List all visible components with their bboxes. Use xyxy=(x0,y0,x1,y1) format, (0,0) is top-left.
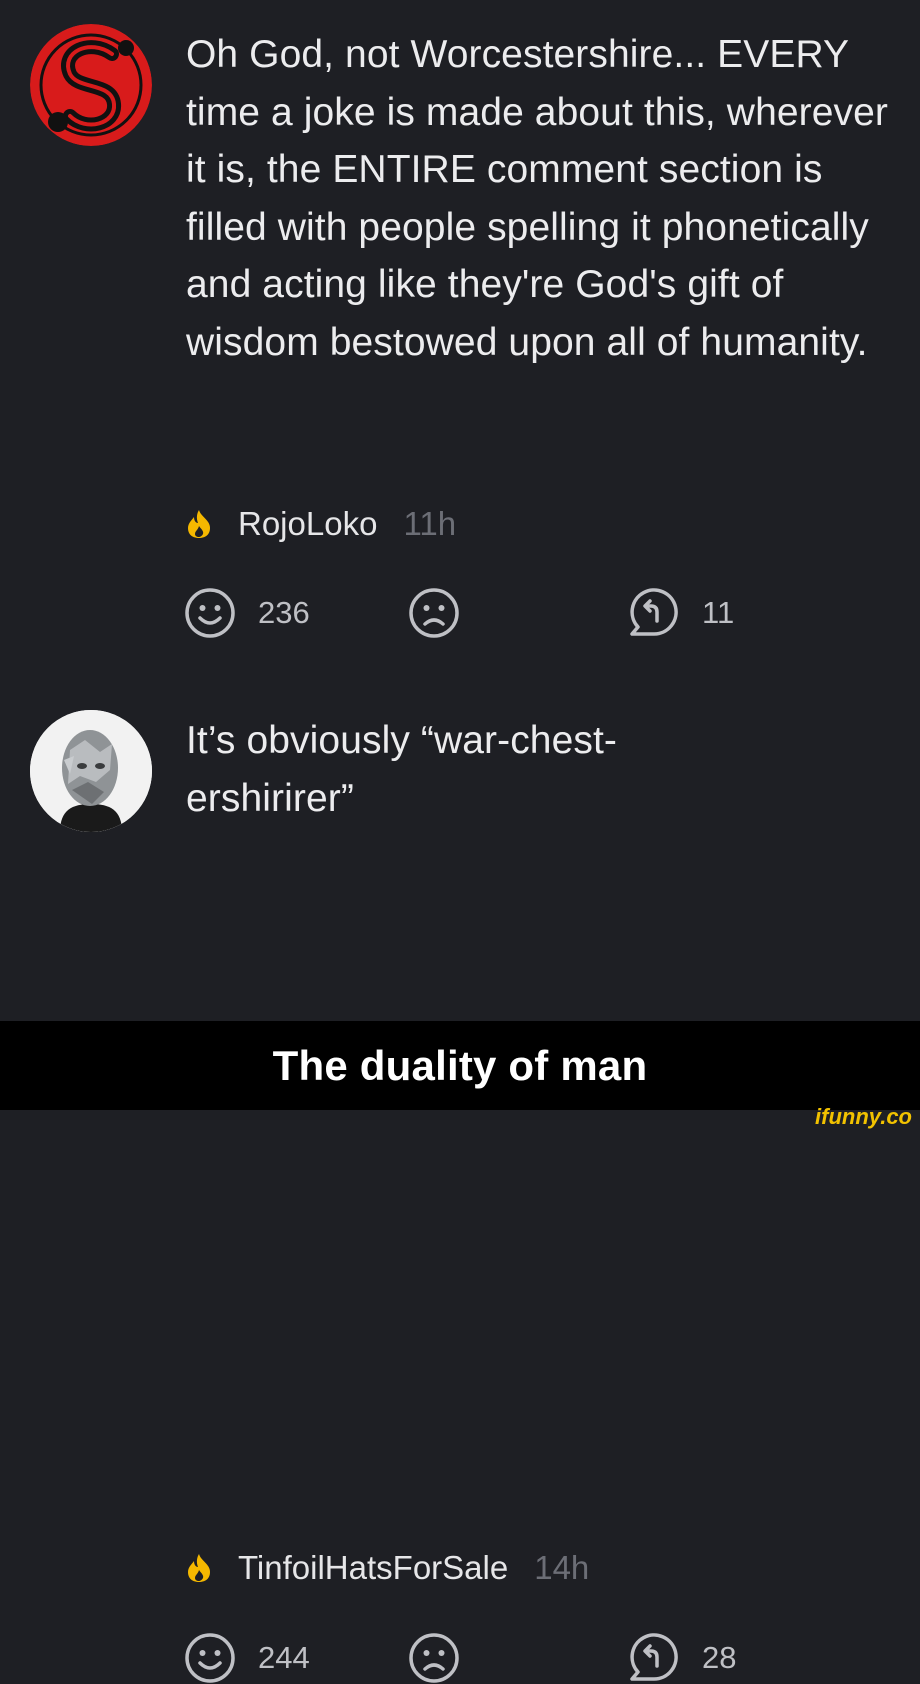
avatar[interactable] xyxy=(30,710,152,832)
reply-icon xyxy=(630,1633,678,1681)
smile-icon xyxy=(185,1633,235,1683)
tinfoil-head-icon xyxy=(30,710,152,832)
timestamp: 14h xyxy=(534,1549,590,1586)
watermark-bar xyxy=(0,1110,920,1129)
smile-count: 244 xyxy=(258,1640,310,1675)
smile-button[interactable]: 244 xyxy=(184,1633,310,1683)
flame-icon xyxy=(188,510,210,538)
avatar-s-logo-icon xyxy=(30,24,152,146)
author-name[interactable]: RojoLoko xyxy=(238,505,377,543)
comment-actions: 236 11 xyxy=(184,588,884,638)
frown-button[interactable] xyxy=(408,1633,460,1683)
flame-icon xyxy=(188,1554,210,1582)
frown-icon xyxy=(409,1633,459,1683)
caption-bar: The duality of man xyxy=(0,1021,920,1110)
comment-text: It’s obviously “war-chest-ershirirer” xyxy=(186,719,618,820)
comment-meta: TinfoilHatsForSale 14h xyxy=(186,1548,589,1588)
meme-caption: The duality of man xyxy=(272,1041,648,1089)
author-name[interactable]: TinfoilHatsForSale xyxy=(238,1549,508,1587)
timestamp: 11h xyxy=(403,505,457,542)
smile-icon xyxy=(185,588,235,638)
comment-meta: RojoLoko 11h xyxy=(186,504,456,544)
comment-text: Oh God, not Worcestershire... EVERY time… xyxy=(186,33,889,364)
frown-icon xyxy=(409,588,459,638)
reply-count: 28 xyxy=(702,1640,737,1675)
reply-count: 11 xyxy=(702,595,735,630)
reply-button[interactable]: 11 xyxy=(628,588,734,638)
frown-button[interactable] xyxy=(408,588,460,638)
smile-button[interactable]: 236 xyxy=(184,588,310,638)
avatar[interactable] xyxy=(30,24,152,146)
reply-icon xyxy=(630,588,678,636)
smile-count: 236 xyxy=(258,595,310,630)
reply-button[interactable]: 28 xyxy=(628,1633,736,1683)
ifunny-watermark: ifunny.co xyxy=(815,1104,912,1129)
comment-actions: 244 28 xyxy=(184,1633,884,1683)
